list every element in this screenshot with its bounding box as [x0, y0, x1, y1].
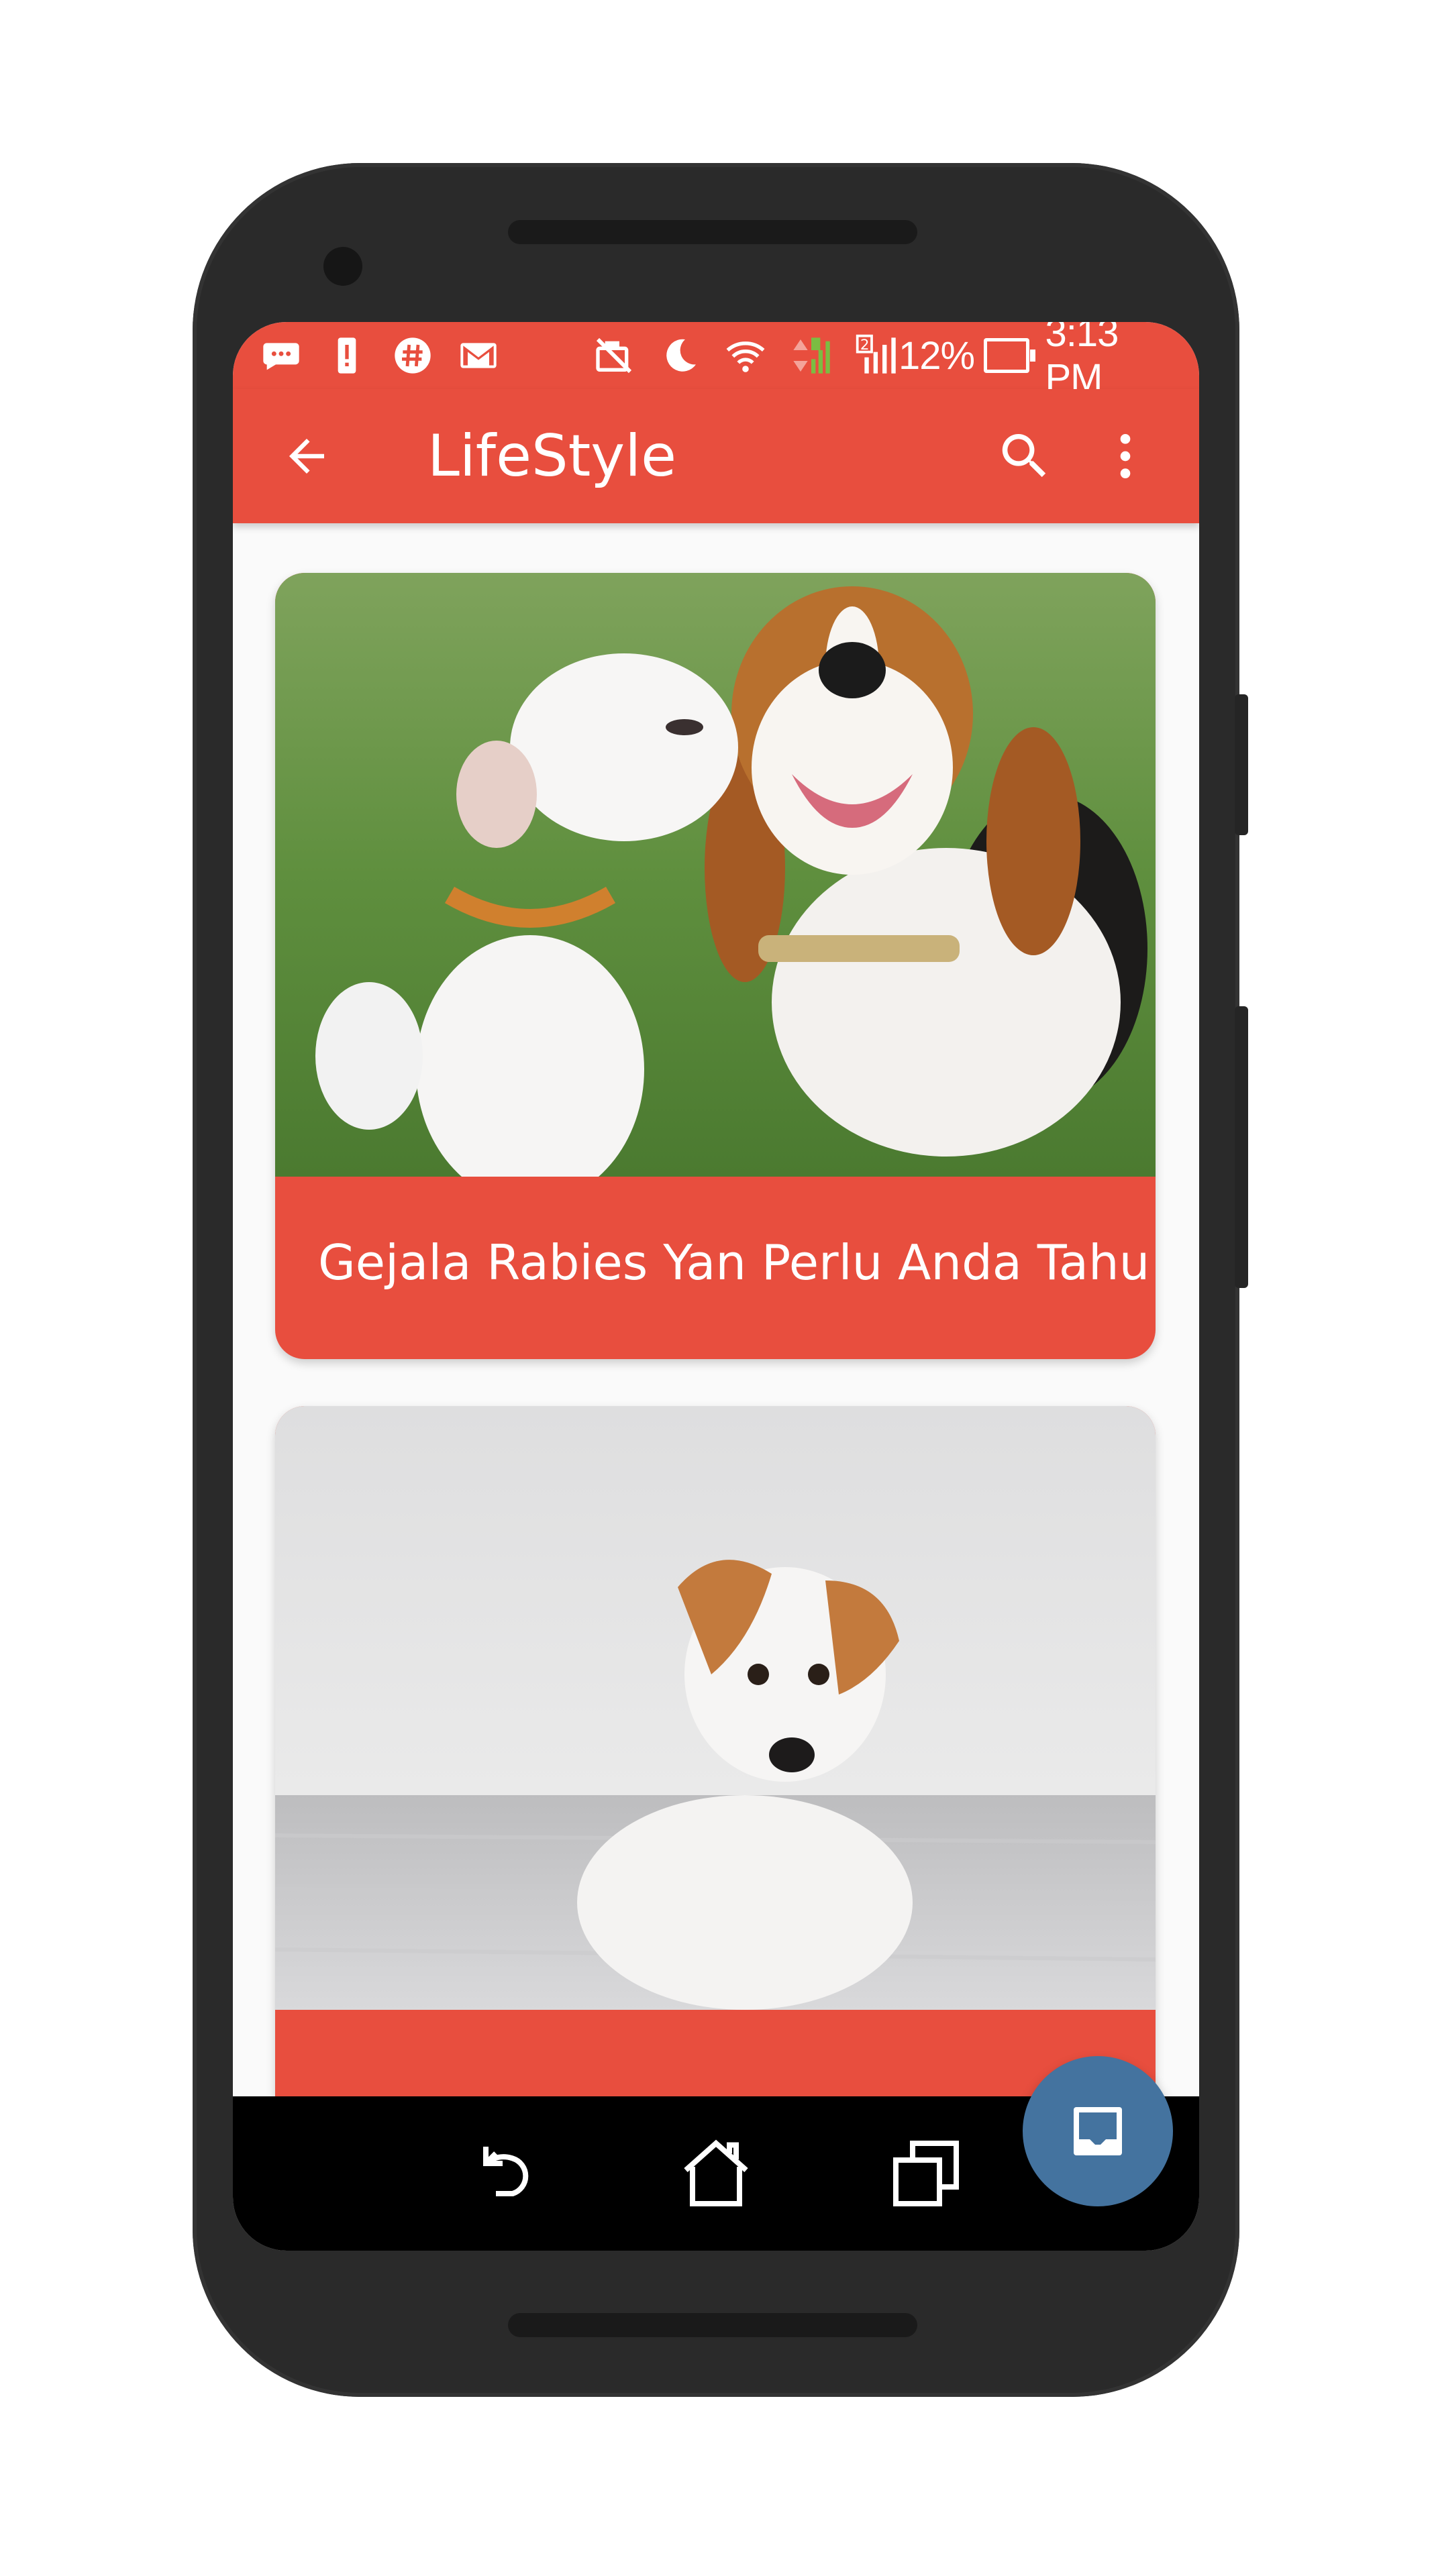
messenger-icon [260, 334, 303, 377]
back-button[interactable] [273, 423, 340, 490]
volume-button [1235, 694, 1248, 835]
search-icon [1002, 434, 1046, 478]
top-speaker [508, 220, 917, 244]
nav-back-icon [482, 2147, 528, 2196]
article-title[interactable] [318, 2010, 1123, 2096]
notification-icons: 2 [260, 334, 899, 377]
wifi-icon [724, 334, 767, 377]
status-bar: 2 12% 3:13 PM [233, 322, 1199, 400]
alert-icon [325, 334, 368, 377]
battery-icon [984, 338, 1035, 373]
phone-screen: 2 12% 3:13 PM LifeStyle Gejala Rabies Ya… [233, 322, 1199, 2251]
nav-home-button[interactable] [669, 2127, 763, 2220]
article-card[interactable]: Gejala Rabies Yan Perlu Anda Tahu [275, 573, 1156, 1359]
data-arrows-icon [790, 334, 833, 377]
battery-percent: 12% [899, 333, 975, 378]
more-options-button[interactable] [1092, 423, 1159, 490]
moon-icon [658, 334, 701, 377]
arrow-back-icon [289, 439, 324, 474]
bottom-speaker [508, 2313, 917, 2337]
phone-frame: 2 12% 3:13 PM LifeStyle Gejala Rabies Ya… [193, 163, 1239, 2397]
front-camera [323, 247, 362, 286]
app-bar: LifeStyle [233, 389, 1199, 523]
svg-text:2: 2 [860, 337, 870, 354]
gmail-icon [457, 334, 500, 377]
more-vert-icon [1120, 434, 1131, 478]
no-sync-icon [593, 334, 635, 377]
article-title[interactable]: Gejala Rabies Yan Perlu Anda Tahu [318, 1177, 1149, 1359]
dogs-photo [275, 573, 1156, 1177]
hashtag-icon [391, 334, 434, 377]
article-card[interactable] [275, 1406, 1156, 2096]
article-list[interactable]: Gejala Rabies Yan Perlu Anda Tahu [233, 523, 1199, 2096]
nav-recents-icon [893, 2141, 960, 2206]
inbox-fab-button[interactable] [1023, 2056, 1173, 2206]
nav-recents-button[interactable] [879, 2127, 973, 2220]
search-button[interactable] [991, 423, 1058, 490]
inbox-icon [1074, 2107, 1122, 2155]
power-button [1235, 1006, 1248, 1288]
signal-icon: 2 [856, 334, 899, 377]
page-title: LifeStyle [427, 423, 677, 490]
nav-back-button[interactable] [459, 2127, 553, 2220]
nav-home-icon [684, 2139, 748, 2206]
dog-photo [275, 1406, 1156, 2010]
